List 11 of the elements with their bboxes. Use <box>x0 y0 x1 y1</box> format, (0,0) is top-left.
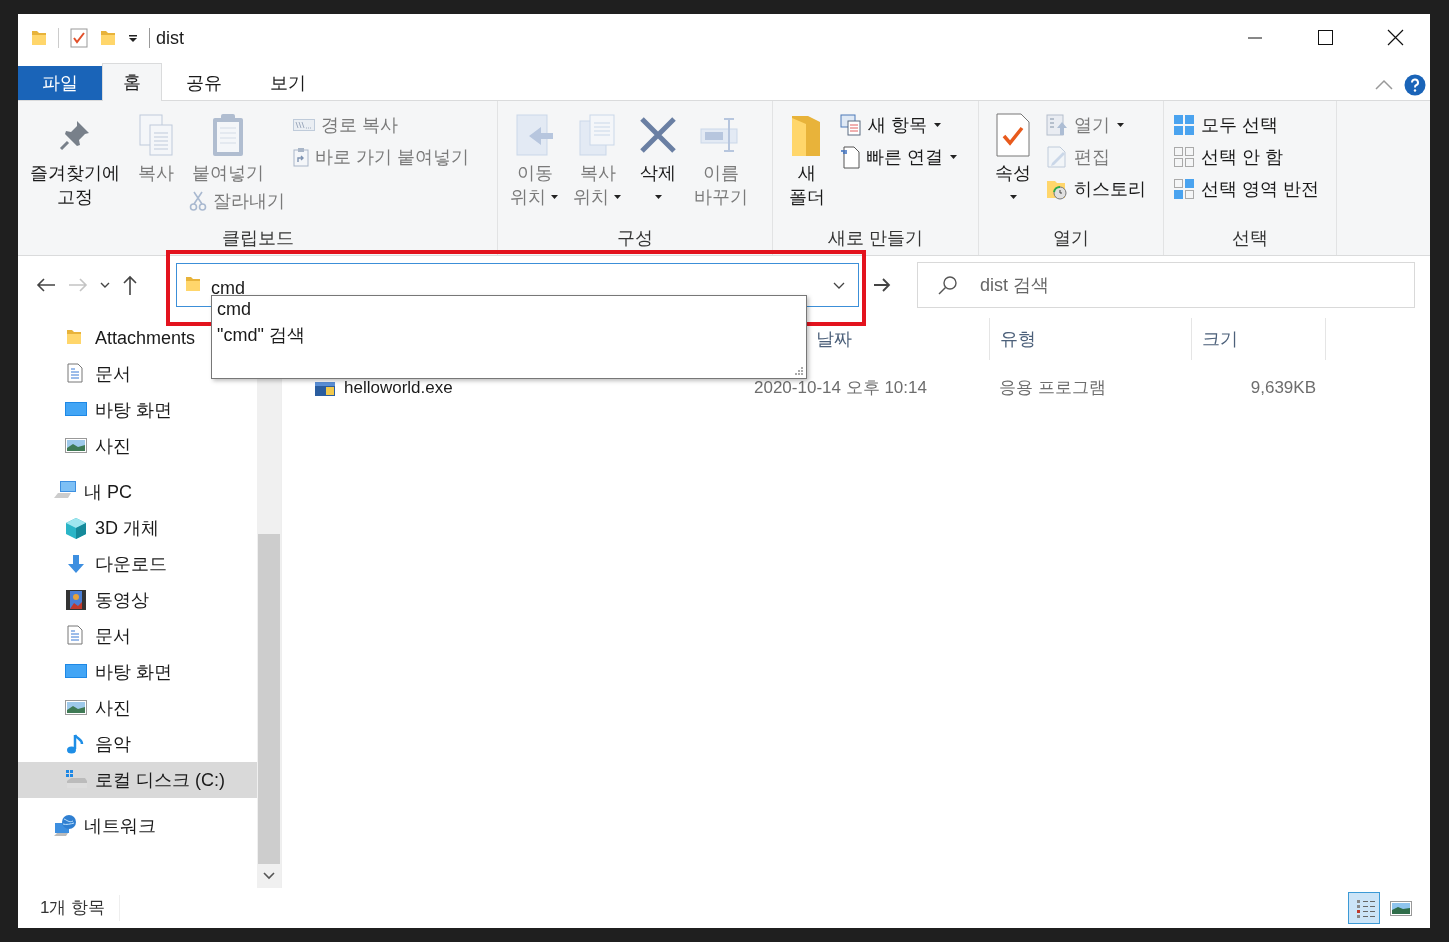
group-label: 클립보드 <box>220 227 295 250</box>
table-cell-text: 2020-10-14 오후 10:14 <box>753 377 928 400</box>
file-name: helloworld.exe <box>344 377 453 400</box>
window-title: dist <box>156 26 184 50</box>
group-label: 새로 만들기 <box>827 227 924 250</box>
group-label: 구성 <box>616 227 654 250</box>
status-text: 1개 항목 <box>18 895 121 921</box>
table-cell-text: 9,639KB <box>1249 377 1317 400</box>
group-label: 열기 <box>1052 227 1090 250</box>
table-cell-text: 응용 프로그램 <box>998 377 1107 400</box>
group-label: 선택 <box>1231 227 1269 250</box>
